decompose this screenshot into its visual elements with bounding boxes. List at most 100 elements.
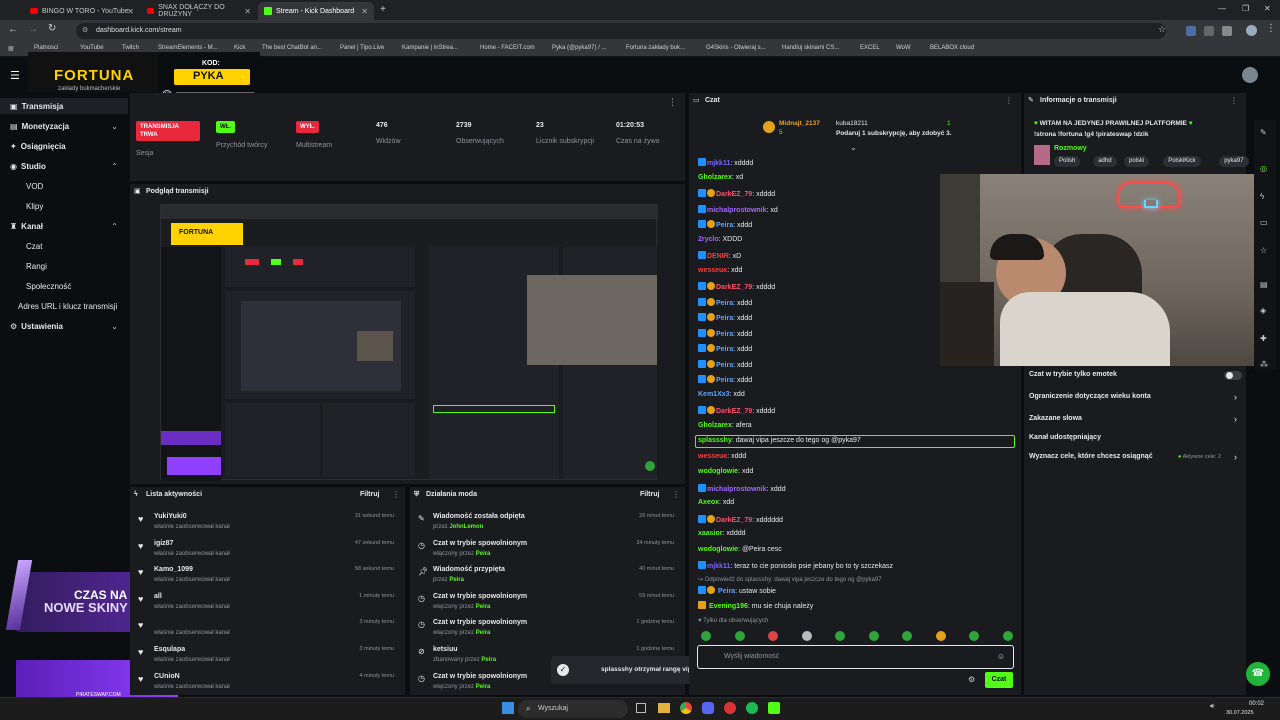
chat-username[interactable]: Peira <box>716 346 733 353</box>
stream-tag[interactable]: adhd <box>1093 156 1117 167</box>
chat-username[interactable]: Kem1Xx3 <box>698 391 730 398</box>
emote-button[interactable] <box>969 631 979 641</box>
apps-tool-icon[interactable]: ⁂ <box>1260 360 1268 369</box>
browser-menu-icon[interactable]: ⋮ <box>1266 23 1276 34</box>
chat-message[interactable]: wesseux: xddd <box>698 453 746 460</box>
browser-tab[interactable]: BINGO W TORO - YouTube ✕ <box>24 2 140 20</box>
back-icon[interactable]: ← <box>8 24 18 35</box>
chat-username[interactable]: michalprostownik <box>707 486 767 493</box>
browser-tab[interactable]: SNAX DOŁĄCZY DO DRUŻYNY ✕ <box>141 2 257 20</box>
moderator-name[interactable]: JohnLemon <box>449 524 483 530</box>
sidebar-item-studio[interactable]: ◉ Studio <box>10 162 46 171</box>
chat-username[interactable]: DarkEZ_79 <box>716 284 752 291</box>
chat-message[interactable]: wodoglowie: xdd <box>698 468 753 475</box>
discord-icon[interactable] <box>702 702 714 714</box>
panel-menu-icon[interactable]: ⋮ <box>672 490 680 499</box>
new-tab-icon[interactable]: + <box>380 4 386 15</box>
panel-menu-icon[interactable]: ⋮ <box>1005 96 1013 105</box>
chat-username[interactable]: splassshy <box>698 437 732 444</box>
filter-button[interactable]: Filtruj <box>360 491 379 498</box>
maximize-icon[interactable]: ❐ <box>1242 4 1249 13</box>
chat-username[interactable]: wodoglowie <box>698 546 738 553</box>
bookmark-item[interactable]: Home - FACEIT.com <box>480 45 535 51</box>
emote-button[interactable] <box>801 631 812 641</box>
chat-message[interactable]: DarkEZ_79: xdddd <box>698 282 775 291</box>
chevron-right-icon[interactable]: › <box>1234 452 1237 462</box>
address-bar[interactable]: ⚙ dashboard.kick.com/stream <box>76 23 1166 39</box>
bookmark-item[interactable]: Kampanie | inStrea... <box>402 45 458 51</box>
chat-message[interactable]: Axeox: xdd <box>698 499 734 506</box>
activity-username[interactable]: all <box>154 593 162 600</box>
chat-username[interactable]: Peira <box>716 300 733 307</box>
sidebar-item-transmisja[interactable]: ▣ Transmisja <box>10 102 63 111</box>
goals-row[interactable]: Wyznacz cele, które chcesz osiągnąć <box>1029 453 1153 460</box>
bookmark-item[interactable]: EXCEL <box>860 45 880 51</box>
activity-item[interactable]: ♥ Esqulapa właśnie zaobserwował kanał 3 min… <box>130 644 400 670</box>
chat-message[interactable]: Evening196: mu sie chuja należy <box>698 601 813 610</box>
bookmark-item[interactable]: YouTube <box>80 45 104 51</box>
activity-username[interactable]: YukiYuki0 <box>154 513 187 520</box>
chat-username[interactable]: michalprostownik <box>707 207 767 214</box>
bookmark-item[interactable]: G4Skins - Otwieraj s... <box>706 45 766 51</box>
sidebar-item-rangi[interactable]: Rangi <box>26 262 47 271</box>
moderator-name[interactable]: Peira <box>476 551 491 557</box>
minimize-icon[interactable]: — <box>1218 4 1226 13</box>
moderator-name[interactable]: Peira <box>476 630 491 636</box>
activity-item[interactable]: ♥ YukiYuki0 właśnie zaobserwował kanał 31 s… <box>130 511 400 537</box>
chat-message[interactable]: michalprostownik: xddd <box>698 483 786 493</box>
chat-message[interactable]: mjkk11: teraz to cie poniosło psie jeban… <box>698 561 893 570</box>
category-name[interactable]: Rozmowy <box>1054 145 1087 152</box>
emote-button[interactable] <box>701 631 711 641</box>
bookmark-item[interactable]: The best ChatBot an... <box>262 45 322 51</box>
chat-message[interactable]: Peira: xddd <box>698 344 752 353</box>
banned-words-row[interactable]: Zakazane słowa <box>1029 415 1082 422</box>
chevron-up-icon[interactable]: ⌃ <box>111 222 118 231</box>
activity-username[interactable]: CUnioN <box>154 673 180 680</box>
activity-item[interactable]: ♥ all właśnie zaobserwował kanał 1 minutę t… <box>130 591 400 617</box>
sidebar-item-spolecznosc[interactable]: Społeczność <box>26 282 71 291</box>
emote-only-toggle[interactable] <box>1224 371 1242 380</box>
chat-username[interactable]: Gholzarex <box>698 174 732 181</box>
task-view-icon[interactable] <box>636 703 646 713</box>
chat-username[interactable]: Peira <box>716 222 733 229</box>
chat-message[interactable]: Peira: ustaw sobie <box>698 586 776 595</box>
bookmark-item[interactable]: Platnosci <box>34 45 58 51</box>
emote-button[interactable] <box>734 631 745 641</box>
moderator-name[interactable]: Peira <box>476 684 491 690</box>
close-tab-icon[interactable]: ✕ <box>244 7 251 16</box>
lightning-tool-icon[interactable]: ϟ <box>1260 192 1264 201</box>
chat-username[interactable]: DENIR <box>707 253 729 260</box>
user-avatar[interactable] <box>1242 67 1258 83</box>
volume-icon[interactable]: 🔊︎ <box>1210 703 1214 711</box>
sidebar-item-klipy[interactable]: Klipy <box>26 202 43 211</box>
chat-message[interactable]: DarkEZ_79: xdddddd <box>698 514 783 524</box>
bookmark-item[interactable]: WoW <box>896 45 911 51</box>
activity-item[interactable]: ♥ CUnioN właśnie zaobserwował kanał 4 minut… <box>130 671 400 697</box>
start-windows-icon[interactable] <box>502 702 514 714</box>
bookmark-item[interactable]: BELABOX cloud <box>930 45 974 51</box>
chat-username[interactable]: mjkk11 <box>707 160 730 167</box>
emoji-picker-icon[interactable]: ☺ <box>997 652 1005 661</box>
mod-action-item[interactable]: ◷ Czat w trybie spowolnionym włączony prze… <box>410 591 680 617</box>
emote-button[interactable] <box>935 631 946 641</box>
layers-tool-icon[interactable]: ▤ <box>1260 280 1268 289</box>
spotify-icon[interactable] <box>746 702 758 714</box>
send-chat-button[interactable]: Czat <box>985 672 1013 688</box>
sidebar-item-ustawienia[interactable]: ⚙ Ustawienia <box>10 322 63 331</box>
mod-action-item[interactable]: 📌︎ Wiadomość przypięta przez Peira 40 minut… <box>410 564 680 590</box>
emote-button[interactable] <box>1002 631 1013 641</box>
stream-tag[interactable]: pyka97 <box>1219 156 1249 167</box>
close-window-icon[interactable]: ✕ <box>1264 4 1271 13</box>
emote-button[interactable] <box>902 631 912 641</box>
support-chat-fab[interactable]: ☎ <box>1246 662 1270 686</box>
chat-message[interactable]: DarkEZ_79: xdddd <box>698 189 775 198</box>
chat-message[interactable]: Peira: xddd <box>698 297 752 307</box>
chat-input[interactable]: Wyślij wiadomość ☺ <box>697 645 1014 669</box>
chat-username[interactable]: Peira <box>718 588 735 595</box>
edit-tool-icon[interactable]: ✎ <box>1260 128 1267 137</box>
emote-button[interactable] <box>868 631 879 641</box>
chat-message[interactable]: 2ryclo: XDDD <box>698 236 742 243</box>
chat-tool-icon[interactable]: ▭ <box>1260 218 1268 227</box>
chat-message[interactable]: Kem1Xx3: xdd <box>698 391 745 398</box>
chat-username[interactable]: Peira <box>716 377 733 384</box>
